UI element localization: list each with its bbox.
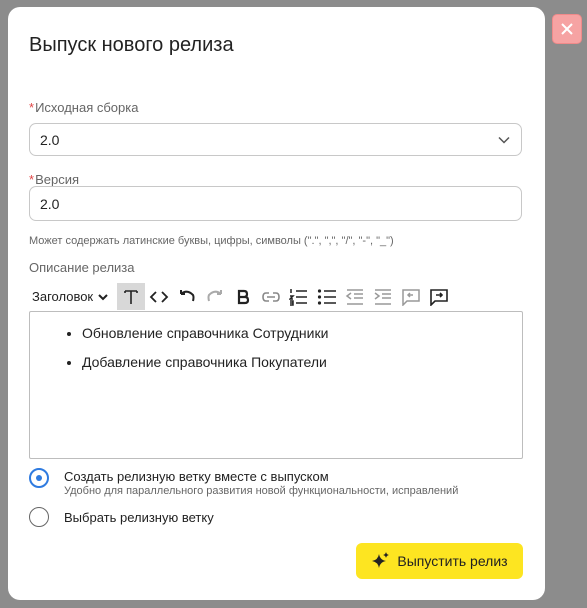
close-button[interactable] xyxy=(552,14,582,44)
description-label: Описание релиза xyxy=(29,260,135,275)
redo-button[interactable] xyxy=(201,283,229,310)
code-button[interactable] xyxy=(145,283,173,310)
heading-select-label: Заголовок xyxy=(32,289,94,304)
create-branch-radio[interactable] xyxy=(29,468,49,488)
undo-icon xyxy=(180,289,195,301)
create-branch-label: Создать релизную ветку вместе с выпуском xyxy=(64,469,329,484)
ordered-list-button[interactable] xyxy=(285,283,313,310)
chevron-down-icon xyxy=(497,133,511,150)
create-branch-sublabel: Удобно для параллельного развития новой … xyxy=(64,485,459,497)
version-label-text: Версия xyxy=(35,172,79,187)
close-icon xyxy=(561,23,573,35)
bullet-list-button[interactable] xyxy=(313,283,341,310)
comment-left-button[interactable] xyxy=(397,283,425,310)
version-label: *Версия xyxy=(29,172,79,187)
description-editor[interactable]: Обновление справочника Сотрудники Добавл… xyxy=(29,311,523,459)
build-label: *Исходная сборка xyxy=(29,100,138,115)
text-format-button[interactable] xyxy=(117,283,146,310)
comment-right-button[interactable] xyxy=(425,283,453,310)
editor-toolbar: Заголовок xyxy=(29,283,522,310)
list-item: Добавление справочника Покупатели xyxy=(82,354,522,370)
required-mark: * xyxy=(29,100,35,115)
text-icon xyxy=(124,289,138,304)
outdent-icon xyxy=(345,288,364,305)
description-list: Обновление справочника Сотрудники Добавл… xyxy=(30,325,522,370)
version-hint: Может содержать латинские буквы, цифры, … xyxy=(29,235,394,247)
release-dialog: Выпуск нового релиза *Исходная сборка 2.… xyxy=(8,7,545,600)
list-item: Обновление справочника Сотрудники xyxy=(82,325,522,341)
build-label-text: Исходная сборка xyxy=(35,100,139,115)
heading-select[interactable]: Заголовок xyxy=(29,289,109,304)
link-icon xyxy=(262,291,280,302)
version-input-value: 2.0 xyxy=(40,195,60,212)
choose-branch-label: Выбрать релизную ветку xyxy=(64,510,214,525)
dialog-title: Выпуск нового релиза xyxy=(29,34,234,56)
outdent-button[interactable] xyxy=(341,283,369,310)
comment-right-icon xyxy=(430,288,448,306)
version-input[interactable]: 2.0 xyxy=(29,186,522,221)
ordered-list-icon xyxy=(289,288,308,306)
bullet-list-icon xyxy=(318,288,337,305)
sparkle-icon xyxy=(372,552,390,568)
build-select-value: 2.0 xyxy=(40,131,60,148)
required-mark: * xyxy=(29,172,35,187)
release-button-label: Выпустить релиз xyxy=(397,553,508,569)
comment-left-icon xyxy=(402,288,420,306)
release-button[interactable]: Выпустить релиз xyxy=(356,543,523,579)
redo-icon xyxy=(207,289,223,301)
bold-icon xyxy=(238,289,250,304)
indent-button[interactable] xyxy=(369,283,397,310)
bold-button[interactable] xyxy=(229,283,257,310)
code-icon xyxy=(149,290,169,303)
indent-icon xyxy=(374,288,392,305)
chevron-down-icon xyxy=(98,293,108,300)
link-button[interactable] xyxy=(257,283,285,310)
choose-branch-radio[interactable] xyxy=(29,507,49,527)
build-select[interactable]: 2.0 xyxy=(29,123,522,156)
undo-button[interactable] xyxy=(173,283,201,310)
